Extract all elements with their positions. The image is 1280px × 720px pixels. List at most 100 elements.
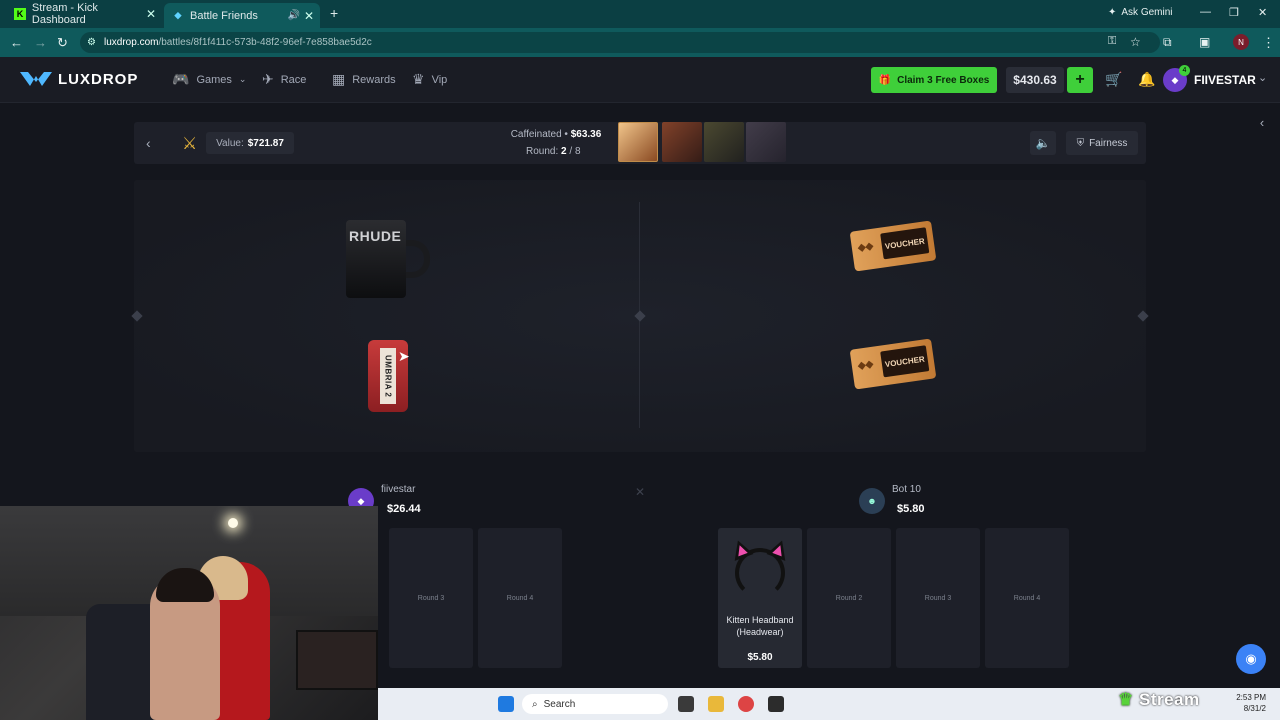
case-thumbnail[interactable] [746,122,786,162]
battle-value: Value: $721.87 [206,132,294,154]
star-icon[interactable]: ☆ [1130,35,1141,49]
url-field[interactable]: ⚙ luxdrop.com/battles/8f1f411c-573b-48f2… [80,32,1160,53]
search-icon: ⌕ [532,698,538,710]
case-thumbnail[interactable] [704,122,744,162]
minimize-icon[interactable]: — [1200,6,1211,18]
app-icon[interactable] [768,696,784,712]
fairness-button[interactable]: ⛨ Fairness [1066,131,1138,155]
item-rhude-mug: RHUDE [346,220,436,300]
bot-avatar[interactable]: ☻ [859,488,885,514]
case-thumbnail[interactable] [662,122,702,162]
mouse-cursor-icon: ➤ [398,348,410,364]
maximize-icon[interactable]: ❐ [1229,6,1239,19]
item-voucher: ◆◆ VOUCHER [849,220,937,272]
profile-avatar[interactable]: N [1233,34,1249,50]
case-thumbnail-current[interactable] [618,122,658,162]
deposit-button[interactable]: + [1067,67,1093,93]
nav-vip[interactable]: ♛ Vip [412,71,447,88]
gamepad-icon: 🎮 [172,71,190,87]
extensions-icon[interactable]: ⧉ [1163,35,1172,50]
item-voucher: ◆◆ VOUCHER [849,338,937,390]
reel-marker-right [1137,310,1149,322]
sound-toggle-button[interactable]: 🔈 [1030,131,1056,155]
task-view-icon[interactable] [678,696,694,712]
windows-start-icon[interactable] [498,696,514,712]
tab-battle-friends[interactable]: ◆ Battle Friends 🔊 ✕ [164,3,320,28]
ceiling-light [228,518,238,528]
balance-display: $430.63 [1006,67,1064,93]
player-balance: $5.80 [897,503,925,515]
gift-icon: 🎁 [878,74,892,86]
webcam-overlay [0,506,378,720]
kitten-headband-image [727,534,793,598]
gift-icon: ▦ [332,71,346,87]
won-item-name: Kitten Headband (Headwear) [726,615,794,637]
tab-title: Battle Friends [190,9,258,22]
kick-favicon-icon: K [14,8,26,20]
player-name[interactable]: fiivestar [381,484,415,495]
key-icon[interactable]: ⚿ [1108,35,1116,48]
won-item-card[interactable]: Kitten Headband (Headwear) $5.80 [718,528,802,668]
nav-race[interactable]: ✈ Race [262,71,306,88]
round-info: Round: 2 / 8 [526,146,581,157]
reload-icon[interactable]: ↻ [57,35,68,51]
taskbar-search[interactable]: ⌕ Search [522,694,668,714]
address-bar-row: ← → ↻ ⚙ luxdrop.com/battles/8f1f411c-573… [0,28,1280,57]
ask-gemini-button[interactable]: ✦ Ask Gemini [1108,7,1173,18]
item-label: RHUDE [349,228,402,244]
luxdrop-logo[interactable]: LUXDROP [20,68,138,90]
chevron-down-icon[interactable]: ⌄ [1258,71,1267,84]
user-avatar[interactable]: ◆ 4 [1163,65,1190,92]
round-slot: Round 3 [896,528,980,668]
nav-rewards[interactable]: ▦ Rewards [332,71,396,88]
cart-icon[interactable]: 🛒 [1105,71,1122,88]
new-tab-icon[interactable]: + [330,5,338,21]
speaker-icon[interactable]: 🔊 [288,10,300,21]
won-item-value: $5.80 [747,652,773,663]
chat-icon: ◉ [1245,651,1257,666]
speaker-icon: 🔈 [1035,136,1051,150]
battle-toolbar: ‹ ⚔ Value: $721.87 Caffeinated • $63.36 … [134,122,1146,164]
round-slot: Round 4 [478,528,562,668]
player-name[interactable]: Bot 10 [892,484,921,495]
crossed-swords-icon: ⚔ [182,134,198,153]
luxdrop-mark-icon: ◆◆ [857,358,874,372]
nav-games[interactable]: 🎮 Games ⌄ [172,71,246,88]
battle-reels: RHUDE UMBRIA 2 ◆◆ VOUCHER ◆◆ VOUCHER ➤ [131,180,1149,452]
menu-icon[interactable]: ⋮ [1262,35,1275,51]
reel-marker-left [131,310,143,322]
close-tab-icon[interactable]: ✕ [304,9,314,23]
item-label: UMBRIA 2 [383,354,393,398]
stream-watermark: ♛ Stream [1118,690,1200,709]
close-window-icon[interactable]: ✕ [1258,6,1267,19]
monitor [296,630,378,690]
close-tab-icon[interactable]: ✕ [146,7,156,21]
player-balance: $26.44 [387,503,421,515]
bell-icon[interactable]: 🔔 [1138,71,1155,88]
collapse-sidebar-icon[interactable]: ‹ [1252,112,1272,132]
shield-icon: ⛨ [1076,137,1085,149]
tab-kick-dashboard[interactable]: K Stream - Kick Dashboard ✕ [6,2,162,26]
round-slot: Round 3 [389,528,473,668]
luxdrop-mark-icon: ◆◆ [857,240,874,254]
tab-title: Stream - Kick Dashboard [31,2,98,26]
forward-icon[interactable]: → [34,35,47,50]
luxdrop-logo-icon [20,72,52,86]
taskbar-clock: 2:53 PM 8/31/2 [1236,693,1266,713]
sidepanel-icon[interactable]: ▣ [1199,35,1210,49]
vs-icon: ✕ [634,485,646,499]
case-info: Caffeinated • $63.36 [510,129,602,140]
round-slot: Round 2 [807,528,891,668]
username[interactable]: FIIVESTAR [1194,73,1256,87]
level-badge: 4 [1179,65,1190,76]
crown-icon: ♛ [412,71,425,87]
browser-tab-bar: K Stream - Kick Dashboard ✕ ◆ Battle Fri… [0,0,1280,28]
site-header: LUXDROP 🎮 Games ⌄ ✈ Race ▦ Rewards ♛ Vip… [0,57,1280,103]
claim-free-boxes-button[interactable]: 🎁 Claim 3 Free Boxes [871,67,997,93]
support-chat-button[interactable]: ◉ [1236,644,1266,674]
site-info-icon[interactable]: ⚙ [87,37,96,48]
file-explorer-icon[interactable] [708,696,724,712]
back-icon[interactable]: ← [10,35,23,50]
back-chevron-icon[interactable]: ‹ [146,135,151,151]
chrome-icon[interactable] [738,696,754,712]
